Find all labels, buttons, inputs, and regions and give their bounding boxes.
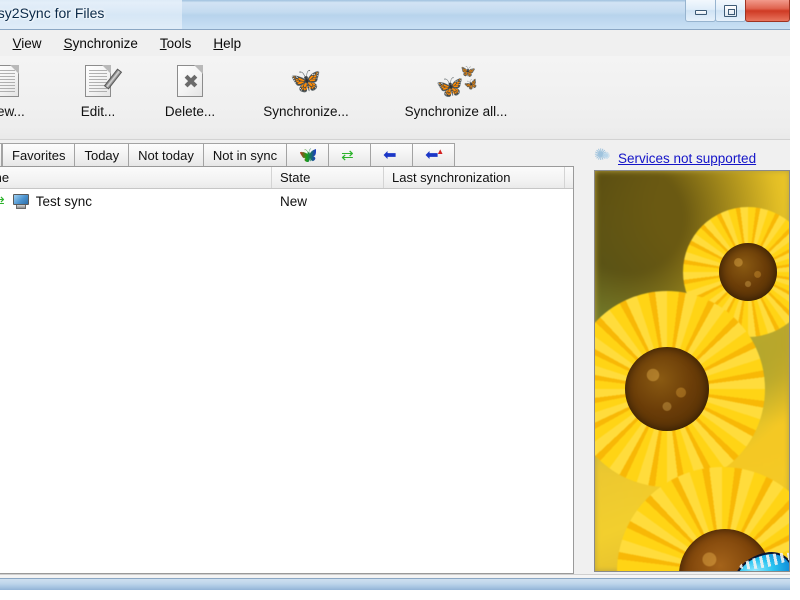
menu-item-view-accel: V (12, 35, 22, 51)
application-window: asy2Sync for Files e View Synchronize (0, 0, 790, 584)
restore-button[interactable] (715, 0, 746, 22)
tab-not-in-sync-label: Not in sync (212, 148, 278, 163)
delete-page-icon: ✖ (177, 60, 203, 102)
close-button[interactable] (745, 0, 790, 22)
sunflower-picture (594, 170, 790, 572)
title-bar[interactable]: asy2Sync for Files (0, 0, 790, 30)
toolbar-button-edit[interactable]: Edit... (52, 60, 144, 136)
menu-item-help[interactable]: Help (202, 33, 252, 54)
toolbar-button-synchronize-label: Synchronize... (263, 104, 349, 119)
tab-today[interactable]: Today (74, 143, 130, 167)
toolbar-button-synchronize[interactable]: 🦋 Synchronize... (236, 60, 376, 136)
list-column-header: me State Last synchronization (0, 167, 573, 189)
computer-icon (11, 193, 30, 209)
toolbar-button-new[interactable]: New... (0, 60, 52, 136)
column-header-state[interactable]: State (272, 167, 384, 188)
tab-not-today-label: Not today (138, 148, 194, 163)
menu-item-view-label: iew (21, 35, 42, 51)
toolbar-button-delete-label: Delete... (164, 104, 216, 119)
tab-green-sync[interactable]: ⇄ (328, 143, 372, 167)
services-status: Services not supported (594, 145, 756, 167)
blue-red-arrow-icon: ⬅ (425, 144, 444, 164)
toolbar-button-new-label: New... (0, 104, 25, 119)
sync-list-panel: me State Last synchronization ⇄ Test syn… (0, 166, 574, 574)
desktop-below-window (0, 590, 790, 600)
toolbar-button-synchronize-all[interactable]: 🦋 🦋 🦋 Synchronize all... (376, 60, 536, 136)
column-header-name[interactable]: me (0, 167, 272, 188)
services-not-supported-link[interactable]: Services not supported (618, 151, 756, 166)
menu-item-tools-accel: T (159, 35, 167, 51)
tab-today-label: Today (84, 148, 120, 163)
window-title: asy2Sync for Files (0, 5, 105, 21)
column-header-name-label: me (0, 170, 10, 185)
desktop-backdrop: asy2Sync for Files e View Synchronize (0, 0, 800, 600)
tab-colored-butterfly[interactable]: 🦋 (286, 143, 330, 167)
tab-favorites[interactable]: Favorites (2, 143, 76, 167)
filter-tab-strip: Favorites Today Not today Not in sync 🦋 … (0, 141, 474, 167)
sunflower-center (595, 291, 765, 487)
butterfly-icon: 🦋 (290, 67, 322, 95)
green-sync-arrows-icon: ⇄ (341, 147, 354, 164)
window-bottom-border (0, 578, 790, 590)
menu-item-synchronize-accel: S (63, 35, 73, 51)
gear-icon (594, 145, 612, 167)
tab-favorites-label: Favorites (12, 148, 66, 163)
menu-item-synchronize-label: ynchronize (72, 35, 138, 51)
tab-blue-left-arrow[interactable]: ⬅ (370, 143, 414, 167)
toolbar-button-edit-label: Edit... (80, 104, 116, 119)
menu-item-tools-label: ools (166, 35, 192, 51)
menu-item-tools[interactable]: Tools (149, 33, 203, 54)
restore-icon (724, 4, 737, 17)
row-name-label: Test sync (35, 193, 93, 209)
tab-not-in-sync[interactable]: Not in sync (202, 143, 288, 167)
tab-blue-red-arrow[interactable]: ⬅ (412, 143, 456, 167)
green-sync-arrows-icon: ⇄ (0, 194, 5, 208)
column-header-state-label: State (280, 170, 311, 185)
column-header-last-synchronization-label: Last synchronization (392, 170, 511, 185)
row-name-cell: ⇄ Test sync (0, 193, 272, 209)
menu-item-help-accel: H (213, 35, 224, 51)
table-row[interactable]: ⇄ Test sync New (0, 189, 573, 213)
menu-item-synchronize[interactable]: Synchronize (53, 33, 149, 54)
colored-butterfly-icon: 🦋 (299, 147, 318, 164)
toolbar-button-delete[interactable]: ✖ Delete... (144, 60, 236, 136)
toolbar-button-synchronize-all-label: Synchronize all... (404, 104, 508, 119)
new-page-icon (0, 60, 19, 102)
minimize-button[interactable] (685, 0, 716, 22)
blue-left-arrow-icon: ⬅ (383, 147, 397, 164)
edit-page-pencil-icon (85, 60, 123, 102)
butterflies-icon: 🦋 🦋 🦋 (436, 62, 480, 99)
window-controls (685, 0, 790, 23)
toolbar: New... Edit... ✖ Delete... 🦋 Synchronize… (0, 56, 790, 140)
blue-morpho-butterfly (713, 548, 789, 571)
row-state-cell: New (280, 193, 308, 209)
column-header-last-synchronization[interactable]: Last synchronization (384, 167, 565, 188)
menu-bar: e View Synchronize Tools Help (0, 31, 790, 55)
column-header-filler (565, 167, 573, 188)
tab-not-today[interactable]: Not today (128, 143, 204, 167)
minimize-icon (694, 10, 707, 15)
menu-item-help-label: elp (223, 35, 242, 51)
menu-item-view[interactable]: View (2, 33, 53, 54)
